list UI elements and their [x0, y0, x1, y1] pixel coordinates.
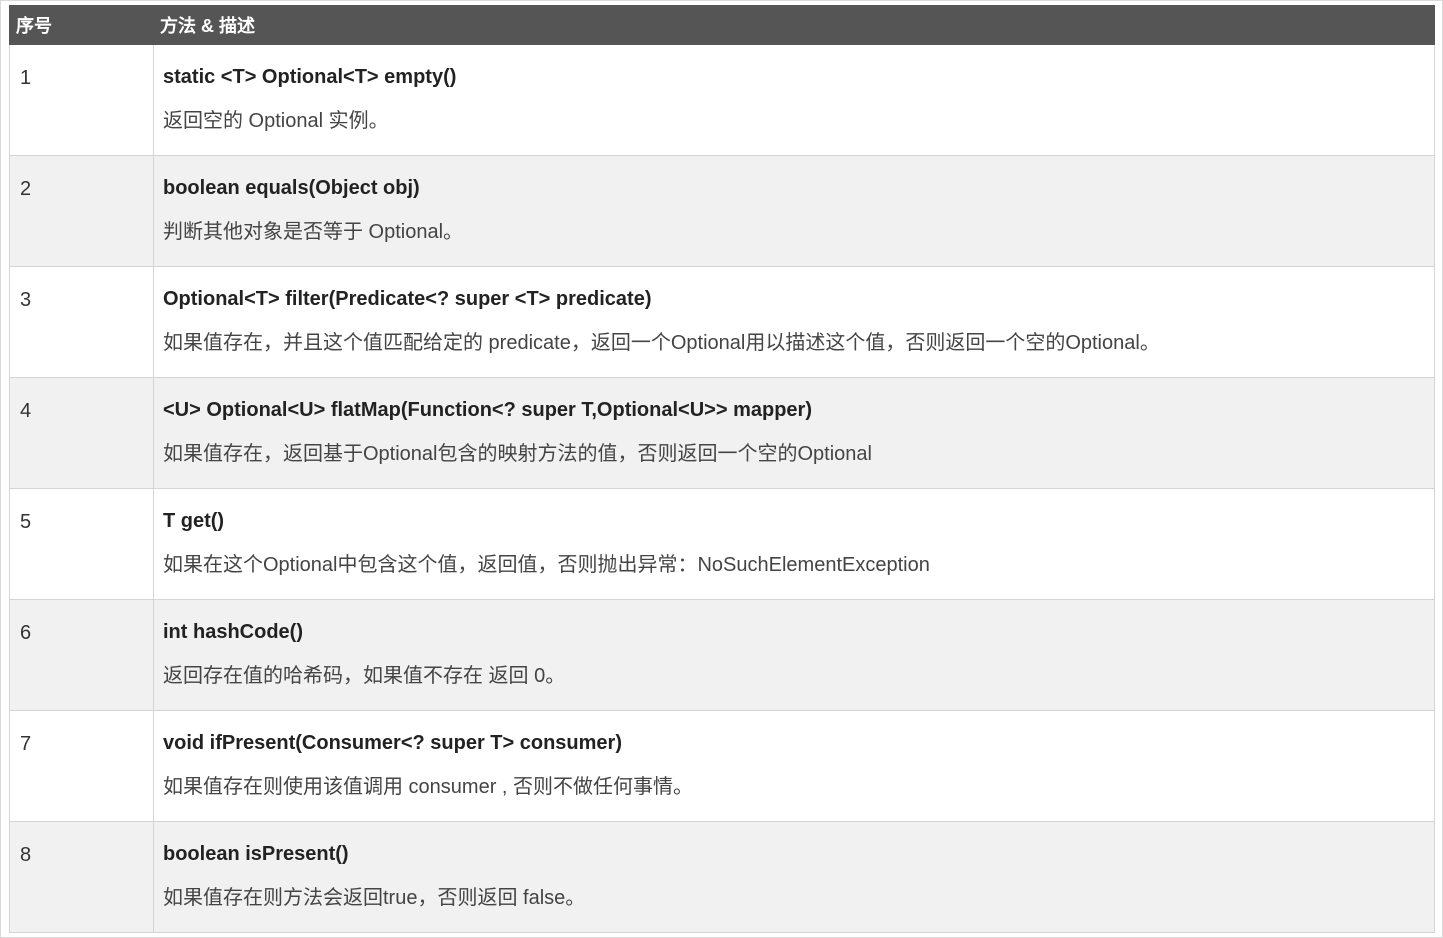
row-number: 5 — [9, 488, 154, 600]
table-row: 8 boolean isPresent() 如果值存在则方法会返回true，否则… — [9, 821, 1435, 933]
method-description: 如果值存在则使用该值调用 consumer , 否则不做任何事情。 — [163, 776, 694, 798]
method-description: 判断其他对象是否等于 Optional。 — [163, 221, 464, 243]
row-number: 3 — [9, 266, 154, 378]
method-signature: int hashCode() — [163, 621, 303, 643]
method-description: 如果值存在则方法会返回true，否则返回 false。 — [163, 887, 586, 909]
method-cell: boolean equals(Object obj) 判断其他对象是否等于 Op… — [153, 155, 1435, 267]
method-signature: <U> Optional<U> flatMap(Function<? super… — [163, 399, 812, 421]
row-number: 4 — [9, 377, 154, 489]
method-cell: <U> Optional<U> flatMap(Function<? super… — [153, 377, 1435, 489]
method-description: 如果值存在，并且这个值匹配给定的 predicate，返回一个Optional用… — [163, 332, 1160, 354]
table-row: 2 boolean equals(Object obj) 判断其他对象是否等于 … — [9, 155, 1435, 267]
method-signature: Optional<T> filter(Predicate<? super <T>… — [163, 288, 652, 310]
method-cell: void ifPresent(Consumer<? super T> consu… — [153, 710, 1435, 822]
table-row: 1 static <T> Optional<T> empty() 返回空的 Op… — [9, 44, 1435, 156]
table-row: 5 T get() 如果在这个Optional中包含这个值，返回值，否则抛出异常… — [9, 488, 1435, 600]
table-row: 7 void ifPresent(Consumer<? super T> con… — [9, 710, 1435, 822]
method-signature: boolean isPresent() — [163, 843, 349, 865]
method-cell: boolean isPresent() 如果值存在则方法会返回true，否则返回… — [153, 821, 1435, 933]
optional-methods-table: 序号 方法 & 描述 1 static <T> Optional<T> empt… — [9, 5, 1435, 933]
table-row: 3 Optional<T> filter(Predicate<? super <… — [9, 266, 1435, 378]
method-description: 返回存在值的哈希码，如果值不存在 返回 0。 — [163, 665, 566, 687]
row-number: 1 — [9, 44, 154, 156]
column-header-num: 序号 — [9, 5, 154, 45]
method-cell: Optional<T> filter(Predicate<? super <T>… — [153, 266, 1435, 378]
row-number: 7 — [9, 710, 154, 822]
table-row: 6 int hashCode() 返回存在值的哈希码，如果值不存在 返回 0。 — [9, 599, 1435, 711]
column-header-method: 方法 & 描述 — [153, 5, 1435, 45]
row-number: 2 — [9, 155, 154, 267]
method-signature: void ifPresent(Consumer<? super T> consu… — [163, 732, 622, 754]
method-description: 如果在这个Optional中包含这个值，返回值，否则抛出异常：NoSuchEle… — [163, 554, 930, 576]
method-cell: T get() 如果在这个Optional中包含这个值，返回值，否则抛出异常：N… — [153, 488, 1435, 600]
method-cell: static <T> Optional<T> empty() 返回空的 Opti… — [153, 44, 1435, 156]
table-row: 4 <U> Optional<U> flatMap(Function<? sup… — [9, 377, 1435, 489]
method-signature: static <T> Optional<T> empty() — [163, 66, 457, 88]
method-description: 如果值存在，返回基于Optional包含的映射方法的值，否则返回一个空的Opti… — [163, 443, 872, 465]
table-header-row: 序号 方法 & 描述 — [9, 5, 1435, 45]
method-cell: int hashCode() 返回存在值的哈希码，如果值不存在 返回 0。 — [153, 599, 1435, 711]
method-description: 返回空的 Optional 实例。 — [163, 110, 389, 132]
row-number: 6 — [9, 599, 154, 711]
method-signature: T get() — [163, 510, 225, 532]
row-number: 8 — [9, 821, 154, 933]
method-signature: boolean equals(Object obj) — [163, 177, 420, 199]
